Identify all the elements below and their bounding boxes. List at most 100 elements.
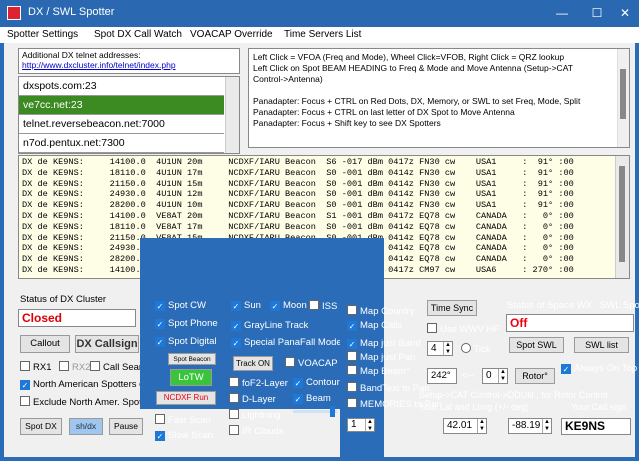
spot-line[interactable]: DX de KE9NS: 14100.0 VE8AT 20m NCDXF/IAR… bbox=[22, 211, 626, 222]
checkbox-box[interactable] bbox=[229, 409, 239, 419]
swl-list-button[interactable]: SWL list bbox=[574, 337, 629, 353]
map-calls-checkbox[interactable]: ✓ Map Calls bbox=[347, 320, 402, 331]
map-country-checkbox[interactable]: Map Country bbox=[347, 305, 414, 317]
spin-arrows-icon[interactable]: ▲ ▼ bbox=[365, 419, 374, 432]
checkbox-checked[interactable]: ✓ bbox=[155, 301, 165, 311]
spot-list-scrollbar[interactable] bbox=[615, 156, 629, 278]
spot-cw-checkbox[interactable]: ✓ Spot CW bbox=[155, 300, 206, 311]
callsign-field[interactable]: KE9NS bbox=[561, 418, 631, 435]
map-just-pan-checkbox[interactable]: Map just Pan bbox=[347, 351, 415, 363]
ncdxf-run-button[interactable]: NCDXF Run bbox=[156, 391, 216, 405]
spin-arrows-icon[interactable]: ▲ ▼ bbox=[542, 419, 551, 433]
checkbox-box[interactable] bbox=[20, 396, 30, 406]
always-on-top-checkbox[interactable]: ✓ Always On Top bbox=[561, 363, 637, 374]
checkbox-box[interactable] bbox=[427, 323, 437, 333]
checkbox-checked[interactable]: ✓ bbox=[155, 337, 165, 347]
moon-checkbox[interactable]: ✓ Moon bbox=[270, 300, 307, 311]
heading-field[interactable]: 242° bbox=[427, 368, 457, 384]
lightning-checkbox[interactable]: Lightning bbox=[229, 409, 281, 421]
checkbox-box[interactable] bbox=[20, 361, 30, 371]
server-item-selected[interactable]: ve7cc.net:23 bbox=[19, 96, 224, 115]
spot-scroll-thumb[interactable] bbox=[619, 166, 625, 262]
dx-callsign-button[interactable]: DX Callsign bbox=[75, 335, 139, 353]
checkbox-checked[interactable]: ✓ bbox=[347, 339, 357, 349]
minimize-button[interactable]: — bbox=[552, 4, 572, 22]
iss-checkbox[interactable]: ISS bbox=[309, 300, 337, 312]
spin-arrows-icon[interactable]: ▲ ▼ bbox=[498, 369, 507, 383]
checkbox-box[interactable] bbox=[285, 357, 295, 367]
checkbox-checked[interactable]: ✓ bbox=[155, 319, 165, 329]
rx1-checkbox[interactable]: RX1 bbox=[20, 361, 51, 373]
help-scrollbar[interactable] bbox=[617, 49, 629, 147]
rotor-spin-field[interactable]: 0 ▲ ▼ bbox=[482, 368, 508, 384]
radio-button[interactable] bbox=[461, 343, 471, 353]
track-on-button[interactable]: Track ON bbox=[233, 356, 273, 371]
checkbox-checked[interactable]: ✓ bbox=[347, 321, 357, 331]
fof2-layer-checkbox[interactable]: foF2-Layer bbox=[229, 377, 288, 389]
server-list-scrollbar[interactable] bbox=[225, 77, 239, 153]
server-item[interactable]: n7od.pentux.net:7300 bbox=[19, 134, 224, 153]
special-panafall-checkbox[interactable]: ✓ Special PanaFall Mode bbox=[231, 337, 342, 348]
checkbox-box[interactable] bbox=[347, 365, 357, 375]
checkbox-box[interactable] bbox=[347, 351, 357, 361]
latitude-field[interactable]: 42.01 ▲ ▼ bbox=[443, 418, 487, 434]
rx2-checkbox[interactable]: RX2 bbox=[59, 361, 90, 373]
callout-button[interactable]: Callout bbox=[20, 335, 70, 353]
server-item[interactable]: telnet.reversebeacon.net:7000 bbox=[19, 115, 224, 134]
telnet-server-list[interactable]: dxspots.com:23 ve7cc.net:23 telnet.rever… bbox=[18, 76, 240, 154]
spot-dx-button[interactable]: Spot DX bbox=[20, 418, 62, 435]
map-just-band-checkbox[interactable]: ✓ Map just Band bbox=[347, 338, 421, 349]
sun-checkbox[interactable]: ✓ Sun bbox=[231, 300, 261, 311]
use-wwv-checkbox[interactable]: Use WWV HF bbox=[427, 323, 499, 335]
map-spin-field[interactable]: 1 ▲ ▼ bbox=[347, 418, 375, 432]
checkbox-checked[interactable]: ✓ bbox=[561, 364, 571, 374]
na-spotters-only-checkbox[interactable]: ✓ North American Spotters only bbox=[20, 379, 157, 390]
telnet-link[interactable]: http://www.dxcluster.info/telnet/index.p… bbox=[22, 60, 176, 70]
checkbox-box[interactable] bbox=[229, 377, 239, 387]
checkbox-checked[interactable]: ✓ bbox=[20, 380, 30, 390]
d-layer-checkbox[interactable]: D-Layer bbox=[229, 393, 276, 405]
spot-line[interactable]: DX de KE9NS: 18110.0 4U1UN 17m NCDXF/IAR… bbox=[22, 168, 626, 179]
beam-slider-thumb[interactable] bbox=[330, 406, 335, 417]
longitude-field[interactable]: -88.19 ▲ ▼ bbox=[508, 418, 552, 434]
checkbox-box[interactable] bbox=[59, 361, 69, 371]
spot-digital-checkbox[interactable]: ✓ Spot Digital bbox=[155, 336, 217, 347]
menu-spotter-settings[interactable]: Spotter Settings bbox=[7, 29, 78, 40]
spot-line[interactable]: DX de KE9NS: 21150.0 4U1UN 15m NCDXF/IAR… bbox=[22, 179, 626, 190]
ir-clouds-checkbox[interactable]: IR Clouds bbox=[229, 425, 284, 437]
lotw-button[interactable]: LoTW bbox=[170, 369, 212, 386]
time-sync-button[interactable]: Time Sync bbox=[427, 300, 477, 316]
exclude-na-checkbox[interactable]: Exclude North Amer. Spotters bbox=[20, 396, 158, 408]
contour-checkbox[interactable]: ✓ Contour bbox=[293, 377, 340, 388]
fast-scan-checkbox[interactable]: Fast Scan bbox=[155, 414, 211, 426]
checkbox-box[interactable] bbox=[90, 361, 100, 371]
close-button[interactable]: ✕ bbox=[615, 4, 635, 22]
spot-line[interactable]: DX de KE9NS: 14100.0 4U1UN 20m NCDXF/IAR… bbox=[22, 157, 626, 168]
checkbox-box[interactable] bbox=[347, 382, 357, 392]
wwv-spin-field[interactable]: 4 ▲ ▼ bbox=[427, 341, 453, 356]
spot-line[interactable]: DX de KE9NS: 28200.0 4U1UN 10m NCDXF/IAR… bbox=[22, 200, 626, 211]
checkbox-box[interactable] bbox=[229, 393, 239, 403]
checkbox-box[interactable] bbox=[309, 300, 319, 310]
spot-swl-button[interactable]: Spot SWL bbox=[509, 337, 564, 353]
menu-spot-dx-call-watch[interactable]: Spot DX Call Watch bbox=[94, 29, 182, 40]
checkbox-checked[interactable]: ✓ bbox=[293, 378, 303, 388]
checkbox-box[interactable] bbox=[229, 425, 239, 435]
beam-checkbox[interactable]: ✓ Beam bbox=[293, 393, 331, 404]
checkbox-box[interactable] bbox=[347, 305, 357, 315]
help-scroll-thumb[interactable] bbox=[620, 69, 626, 119]
checkbox-checked[interactable]: ✓ bbox=[231, 301, 241, 311]
checkbox-box[interactable] bbox=[347, 398, 357, 408]
checkbox-box[interactable] bbox=[155, 414, 165, 424]
grayline-checkbox[interactable]: ✓ GrayLine Track bbox=[231, 320, 308, 331]
slow-scan-checkbox[interactable]: ✓ Slow Scan bbox=[155, 430, 213, 441]
spot-beacon-button[interactable]: Spot Beacon bbox=[168, 353, 216, 365]
spin-arrows-icon[interactable]: ▲ ▼ bbox=[477, 419, 486, 433]
server-item[interactable]: dxspots.com:23 bbox=[19, 77, 224, 96]
pause-button[interactable]: Pause bbox=[109, 418, 143, 435]
spot-line[interactable]: DX de KE9NS: 18110.0 VE8AT 17m NCDXF/IAR… bbox=[22, 222, 626, 233]
map-beam-checkbox[interactable]: Map Beam° bbox=[347, 365, 410, 377]
band-text-checkbox[interactable]: BandText to Pan bbox=[347, 382, 430, 394]
rotor-button[interactable]: Rotor° bbox=[515, 368, 555, 384]
checkbox-checked[interactable]: ✓ bbox=[270, 301, 280, 311]
